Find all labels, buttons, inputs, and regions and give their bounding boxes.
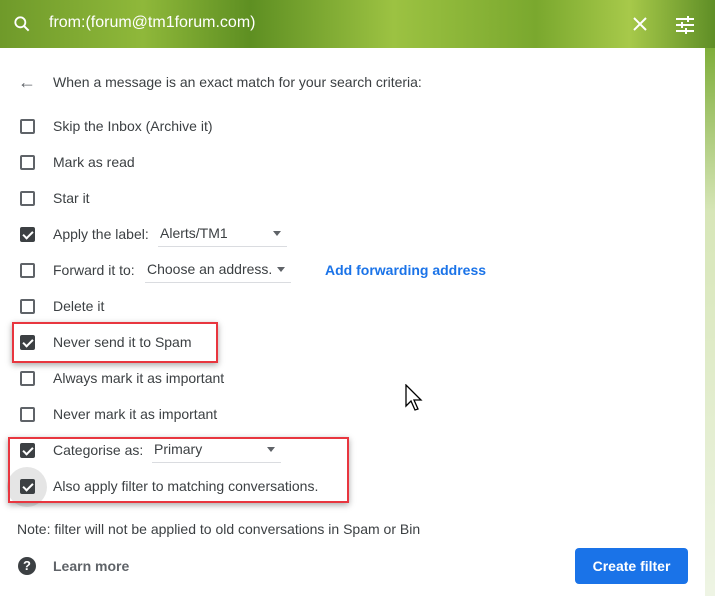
checkbox[interactable] [20,227,35,242]
filter-option[interactable]: Apply the label: Alerts/TM1 [0,216,600,252]
tune-icon[interactable] [675,16,695,34]
filter-option[interactable]: Mark as read [0,144,600,180]
filter-option[interactable]: Always mark it as important [0,360,600,396]
dropdown-value: Alerts/TM1 [160,225,228,241]
close-icon[interactable] [632,16,648,32]
learn-more-link[interactable]: Learn more [53,558,129,574]
filter-option[interactable]: Star it [0,180,600,216]
search-bar: from:(forum@tm1forum.com) [0,0,715,48]
dropdown-value: Choose an address. [147,261,273,277]
option-label: Star it [53,190,90,206]
option-label: Always mark it as important [53,370,225,386]
filter-option[interactable]: Forward it to: Choose an address. Add forw… [0,252,600,288]
option-label: Delete it [53,298,105,314]
highlight-box [8,437,349,503]
option-label: Never mark it as important [53,406,218,422]
checkbox[interactable] [20,371,35,386]
checkbox[interactable] [20,407,35,422]
add-forwarding-address-link[interactable]: Add forwarding address [325,262,486,278]
back-arrow-icon[interactable]: ← [18,72,36,93]
help-icon[interactable]: ? [18,557,36,575]
filter-option[interactable]: Never mark it as important [0,396,600,432]
mouse-cursor-icon [405,384,423,411]
checkbox[interactable] [20,299,35,314]
note-text: Note: filter will not be applied to old … [17,521,421,537]
background-strip [705,48,715,596]
checkbox[interactable] [20,191,35,206]
create-filter-button[interactable]: Create filter [575,548,688,584]
checkbox[interactable] [20,263,35,278]
intro-text: When a message is an exact match for you… [53,74,422,90]
search-icon[interactable] [12,14,32,34]
chevron-down-icon [273,231,281,236]
option-label: Forward it to: [53,262,135,278]
filter-option[interactable]: Skip the Inbox (Archive it) [0,108,600,144]
option-label: Mark as read [53,154,135,170]
option-label: Skip the Inbox (Archive it) [53,118,213,134]
option-label: Apply the label: [53,226,149,242]
search-input[interactable]: from:(forum@tm1forum.com) [49,14,255,32]
option-dropdown[interactable]: Alerts/TM1 [158,225,287,247]
checkbox[interactable] [20,119,35,134]
chevron-down-icon [277,267,285,272]
checkbox[interactable] [20,155,35,170]
option-dropdown[interactable]: Choose an address. [145,261,291,283]
filter-option[interactable]: Delete it [0,288,600,324]
highlight-box [12,322,218,363]
